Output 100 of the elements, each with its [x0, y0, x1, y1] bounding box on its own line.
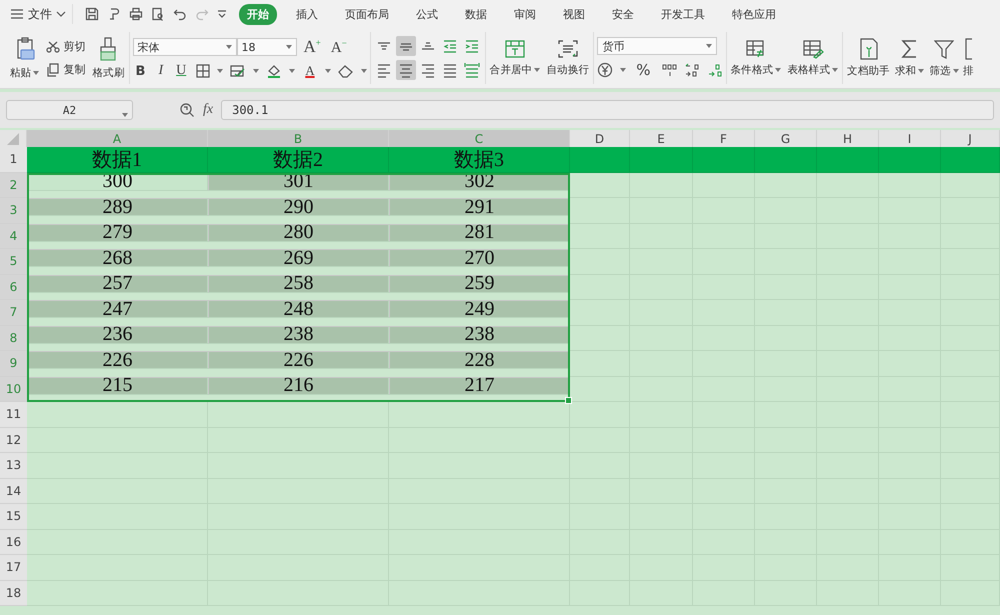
ribbon-tab[interactable]: 审阅	[506, 4, 544, 24]
underline-button[interactable]: U	[173, 63, 190, 79]
row-header[interactable]: 13	[0, 453, 27, 478]
row-header[interactable]: 14	[0, 478, 27, 504]
decrease-decimal-icon[interactable]	[706, 62, 723, 78]
save-icon[interactable]	[85, 7, 99, 21]
customize-icon[interactable]	[217, 10, 227, 18]
column-header[interactable]: J	[941, 130, 1000, 147]
paste-button[interactable]: 粘贴	[9, 36, 40, 80]
caret-icon[interactable]	[324, 69, 331, 73]
ribbon-tab[interactable]: 开发工具	[653, 4, 713, 24]
caret-icon[interactable]	[918, 69, 924, 73]
empty-cell	[630, 172, 693, 198]
table-cell: 281	[389, 224, 570, 242]
formula-input[interactable]: 300.1	[221, 100, 994, 120]
column-header[interactable]: E	[630, 130, 693, 147]
borders-icon[interactable]	[196, 64, 210, 78]
caret-icon[interactable]	[534, 68, 540, 72]
ribbon-tab[interactable]: 页面布局	[337, 4, 397, 24]
fill-pattern-icon[interactable]	[230, 64, 246, 78]
align-center-button[interactable]	[396, 60, 416, 80]
increase-decimal-icon[interactable]	[684, 62, 700, 78]
copy-button[interactable]: 复制	[44, 61, 88, 78]
caret-icon[interactable]	[226, 45, 232, 49]
row-header[interactable]: 17	[0, 555, 27, 580]
wrap-text-button[interactable]: 自动换行	[545, 39, 590, 77]
corner-triangle-icon	[7, 132, 19, 144]
table-style-button[interactable]: 表格样式	[786, 39, 840, 77]
font-color-button[interactable]: A	[302, 63, 318, 79]
ribbon-tab[interactable]: 插入	[288, 4, 326, 24]
table-cell: 249	[389, 300, 570, 318]
ribbon-tab[interactable]: 安全	[604, 4, 642, 24]
number-format-dropdown[interactable]: 货币	[597, 37, 718, 55]
increase-font-size-button[interactable]: A$^{+}$	[300, 37, 324, 57]
table-cell: 238	[389, 326, 570, 344]
ribbon-tab[interactable]: 视图	[555, 4, 593, 24]
conditional-format-button[interactable]: 条件格式	[730, 39, 782, 77]
caret-icon[interactable]	[775, 68, 782, 72]
align-middle-button[interactable]	[396, 36, 416, 56]
caret-icon[interactable]	[706, 44, 712, 48]
row-header[interactable]: 12	[0, 428, 27, 453]
row-header[interactable]: 18	[0, 580, 27, 606]
align-distribute-button[interactable]	[462, 60, 482, 80]
table-cell: 216	[208, 376, 389, 394]
zoom-icon[interactable]	[179, 102, 195, 118]
name-box[interactable]: A2	[6, 100, 133, 120]
fill-handle[interactable]	[565, 397, 572, 404]
sort-button[interactable]: 排	[962, 38, 974, 78]
empty-cell	[570, 402, 630, 428]
undo-icon[interactable]	[173, 7, 187, 21]
empty-cell	[879, 172, 941, 198]
merge-center-button[interactable]: 合并居中	[488, 39, 542, 77]
print-preview-icon[interactable]	[151, 7, 165, 21]
row-header[interactable]: 15	[0, 504, 27, 530]
eraser-icon[interactable]	[338, 64, 354, 78]
column-header[interactable]: F	[693, 130, 755, 147]
caret-icon[interactable]	[952, 69, 959, 73]
row-header[interactable]: 16	[0, 530, 27, 555]
caret-icon[interactable]	[286, 45, 292, 49]
caret-icon[interactable]	[620, 68, 626, 72]
merge-cells-icon	[504, 39, 526, 59]
caret-icon[interactable]	[360, 69, 367, 73]
caret-icon[interactable]	[122, 113, 128, 117]
italic-button[interactable]: I	[155, 63, 166, 79]
column-header[interactable]: I	[879, 130, 941, 147]
font-name-dropdown[interactable]: 宋体	[132, 38, 237, 56]
bold-button[interactable]: B	[132, 64, 148, 78]
row-header[interactable]: 11	[0, 402, 27, 428]
empty-cell	[693, 172, 755, 198]
filter-button[interactable]: 筛选	[928, 38, 960, 78]
column-header[interactable]: G	[755, 130, 817, 147]
table-cell: 247	[27, 300, 208, 318]
function-label[interactable]: fx	[203, 102, 214, 118]
chevron-down-icon	[56, 11, 66, 17]
sum-button[interactable]: 求和	[894, 38, 926, 78]
decrease-font-size-button[interactable]: A$^{−}$	[328, 38, 350, 56]
row-header[interactable]: 1	[0, 147, 27, 172]
font-size-dropdown[interactable]: 18	[236, 38, 297, 56]
fill-color-icon[interactable]	[266, 64, 282, 78]
format-painter-button[interactable]: 格式刷	[91, 36, 126, 80]
caret-icon[interactable]	[289, 69, 296, 73]
ribbon-tab[interactable]: 公式	[408, 4, 446, 24]
ribbon-tab[interactable]: 特色应用	[724, 4, 784, 24]
thousands-separator-icon[interactable]	[660, 62, 677, 78]
file-menu[interactable]: 文件	[10, 4, 73, 24]
document-assistant-button[interactable]: 文档助手	[846, 38, 891, 78]
currency-icon[interactable]	[597, 62, 614, 78]
caret-icon[interactable]	[33, 71, 40, 75]
caret-icon[interactable]	[217, 69, 224, 73]
caret-icon[interactable]	[832, 68, 838, 72]
cut-button[interactable]: 剪切	[44, 38, 88, 55]
ribbon-tab[interactable]: 数据	[457, 4, 495, 24]
table-cell: 226	[27, 351, 208, 369]
percent-button[interactable]: %	[633, 61, 654, 79]
table-cell: 291	[389, 198, 570, 216]
column-header[interactable]: D	[570, 130, 630, 147]
column-header[interactable]: H	[817, 130, 879, 147]
table-cell: 238	[208, 326, 389, 344]
print-icon[interactable]	[129, 7, 143, 21]
caret-icon[interactable]	[253, 69, 260, 73]
